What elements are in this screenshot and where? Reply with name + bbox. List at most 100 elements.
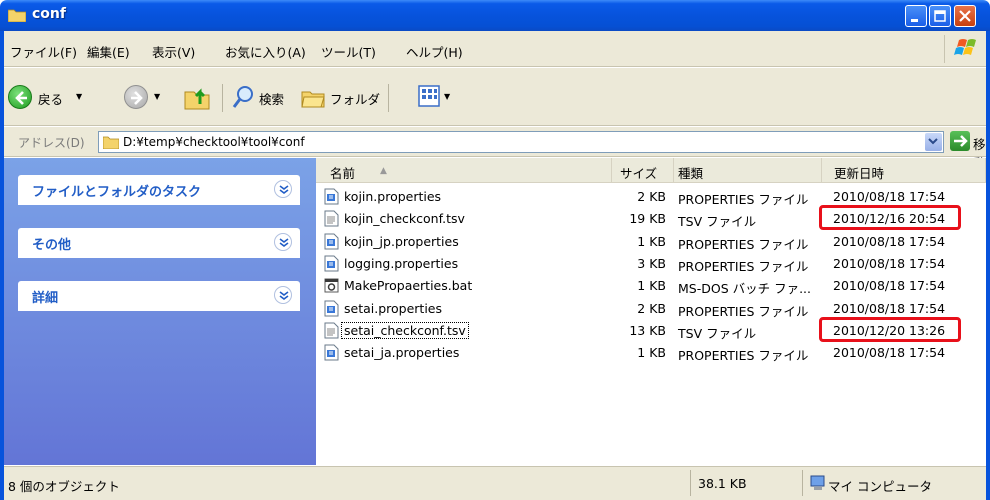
column-header-modified[interactable]: 更新日時	[822, 158, 986, 183]
windows-logo-icon	[944, 35, 984, 63]
back-label[interactable]: 戻る	[38, 89, 63, 108]
file-type: TSV ファイル	[678, 214, 757, 230]
close-button[interactable]	[954, 5, 976, 27]
menu-edit[interactable]: 編集(E)	[87, 42, 130, 61]
folder-icon	[103, 136, 119, 149]
status-size: 38.1 KB	[698, 476, 747, 491]
text-file-icon	[324, 210, 339, 227]
file-name[interactable]: kojin_checkconf.tsv	[344, 211, 465, 226]
forward-dropdown-icon[interactable]: ▼	[154, 92, 160, 101]
file-modified: 2010/08/18 17:54	[833, 233, 946, 249]
forward-arrow-icon	[131, 91, 143, 105]
properties-file-icon	[324, 255, 339, 272]
task-pane: ファイルとフォルダのタスク その他 詳細	[4, 158, 316, 465]
properties-file-icon	[324, 300, 339, 317]
window-title: conf	[32, 6, 66, 22]
file-name[interactable]: setai_checkconf.tsv	[341, 321, 469, 339]
status-separator	[802, 470, 803, 496]
sort-ascending-icon: ▲	[380, 166, 387, 176]
chevron-down-icon	[928, 138, 938, 145]
views-icon[interactable]	[418, 85, 440, 107]
menu-bar: ファイル(F) 編集(E) 表示(V) お気に入り(A) ツール(T) ヘルプ(…	[4, 31, 986, 67]
file-row[interactable]: MakePropaerties.bat 1 KB MS-DOS バッチ ファ... 2…	[316, 275, 986, 297]
go-arrow-icon	[954, 135, 968, 147]
address-label: アドレス(D)	[18, 136, 85, 150]
folders-icon[interactable]	[300, 84, 326, 110]
file-type: PROPERTIES ファイル	[678, 192, 809, 207]
task-group-title: 詳細	[32, 291, 59, 306]
file-type: PROPERTIES ファイル	[678, 258, 809, 274]
highlight-box	[819, 205, 961, 230]
forward-button[interactable]	[124, 85, 148, 109]
file-name[interactable]: kojin_jp.properties	[344, 234, 459, 249]
toolbar: 戻る ▼ ▼ 検索 フォルダ ▼	[4, 68, 986, 126]
task-group-other[interactable]: その他	[18, 228, 300, 258]
file-type: PROPERTIES ファイル	[678, 236, 809, 252]
file-row[interactable]: logging.properties 3 KB PROPERTIES ファイル 201…	[316, 253, 986, 275]
toolbar-separator	[222, 84, 223, 112]
file-type: MS-DOS バッチ ファ...	[678, 281, 811, 297]
file-modified: 2010/08/18 17:54	[833, 345, 946, 361]
address-dropdown-button[interactable]	[925, 133, 942, 151]
file-name[interactable]: setai.properties	[344, 301, 442, 316]
maximize-icon	[934, 10, 946, 22]
address-input[interactable]: D:¥temp¥checktool¥tool¥conf	[98, 131, 944, 153]
file-size: 1 KB	[637, 345, 666, 361]
properties-file-icon	[324, 188, 339, 205]
toolbar-separator	[388, 84, 389, 112]
column-label: 種類	[678, 166, 704, 181]
file-size: 19 KB	[629, 211, 666, 227]
file-name[interactable]: MakePropaerties.bat	[344, 278, 472, 293]
file-name[interactable]: logging.properties	[344, 256, 458, 271]
search-label[interactable]: 検索	[259, 89, 284, 108]
file-row[interactable]: kojin_jp.properties 1 KB PROPERTIES ファイル 20…	[316, 231, 986, 253]
file-row[interactable]: setai_ja.properties 1 KB PROPERTIES ファイル 20…	[316, 342, 986, 364]
menu-help[interactable]: ヘルプ(H)	[406, 42, 463, 61]
window-frame-right	[986, 31, 990, 500]
search-icon[interactable]	[232, 84, 256, 110]
status-bar: 8 個のオブジェクト 38.1 KB マイ コンピュータ	[4, 466, 986, 500]
file-size: 2 KB	[637, 189, 666, 204]
status-separator	[690, 470, 691, 496]
task-group-file-folder[interactable]: ファイルとフォルダのタスク	[18, 175, 300, 205]
my-computer-icon	[810, 475, 825, 490]
up-folder-icon[interactable]	[182, 82, 212, 112]
go-button[interactable]	[950, 131, 970, 151]
folder-icon	[8, 9, 26, 22]
properties-file-icon	[324, 233, 339, 250]
file-name[interactable]: setai_ja.properties	[344, 345, 459, 360]
column-label: 更新日時	[834, 166, 885, 181]
expand-chevron-icon[interactable]	[274, 286, 292, 304]
menu-view[interactable]: 表示(V)	[152, 42, 195, 61]
column-header-name[interactable]: 名前 ▲	[316, 158, 612, 183]
minimize-button[interactable]	[905, 5, 927, 27]
expand-chevron-icon[interactable]	[274, 180, 292, 198]
file-modified: 2010/08/18 17:54	[833, 255, 946, 271]
task-group-title: ファイルとフォルダのタスク	[32, 185, 202, 200]
menu-favorites[interactable]: お気に入り(A)	[225, 42, 306, 61]
title-bar[interactable]: conf	[0, 0, 990, 31]
back-dropdown-icon[interactable]: ▼	[76, 92, 82, 101]
batch-file-icon	[324, 277, 339, 294]
column-header-type[interactable]: 種類	[674, 158, 822, 183]
file-size: 1 KB	[637, 233, 666, 249]
file-modified: 2010/08/18 17:54	[833, 300, 946, 316]
maximize-button[interactable]	[929, 5, 951, 27]
expand-chevron-icon[interactable]	[274, 233, 292, 251]
task-group-details[interactable]: 詳細	[18, 281, 300, 311]
close-icon	[959, 10, 971, 22]
menu-file[interactable]: ファイル(F)	[10, 42, 77, 61]
column-label: 名前	[330, 166, 356, 181]
views-dropdown-icon[interactable]: ▼	[444, 92, 450, 101]
file-name[interactable]: kojin.properties	[344, 189, 441, 204]
folders-label[interactable]: フォルダ	[330, 89, 380, 108]
text-file-icon	[324, 322, 339, 339]
menu-tools[interactable]: ツール(T)	[321, 42, 376, 61]
column-header-size[interactable]: サイズ	[612, 158, 674, 183]
back-button[interactable]	[8, 85, 32, 109]
file-list[interactable]: 名前 ▲ サイズ 種類 更新日時 kojin.properties 2 KB PRO…	[316, 158, 986, 465]
file-size: 13 KB	[629, 322, 666, 338]
file-size: 1 KB	[637, 278, 666, 294]
highlight-box	[819, 317, 961, 342]
file-modified: 2010/08/18 17:54	[833, 278, 946, 294]
